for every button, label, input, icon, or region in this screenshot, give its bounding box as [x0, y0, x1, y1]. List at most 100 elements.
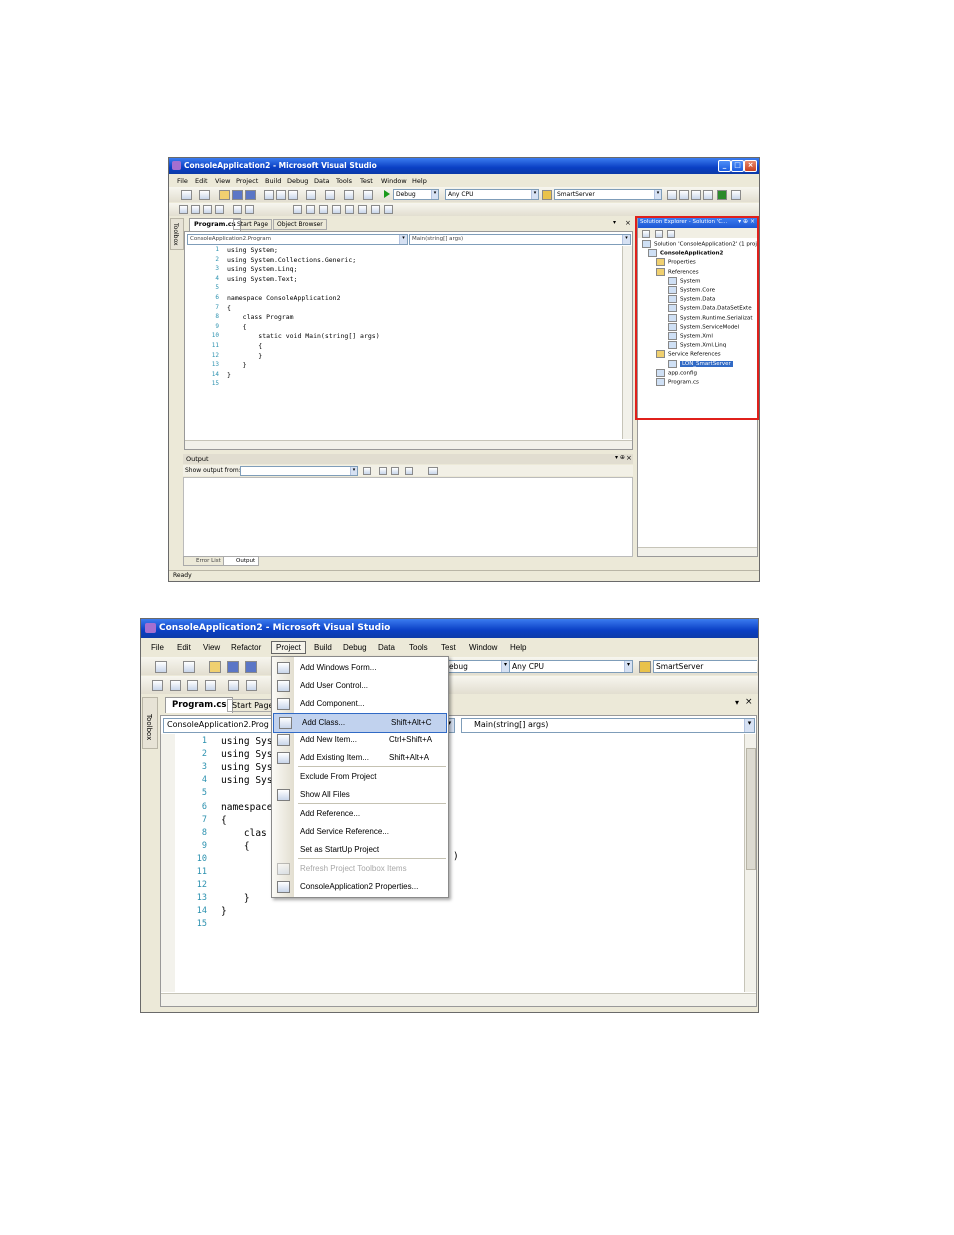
- code-editor[interactable]: ConsoleApplication2.Program ▾ Main(string…: [184, 231, 633, 450]
- menu-build[interactable]: Build: [265, 177, 281, 185]
- pin-icon[interactable]: ▾ ⊕: [615, 454, 625, 461]
- output-window-icon[interactable]: [731, 190, 741, 200]
- menu-tools[interactable]: Tools: [336, 177, 352, 185]
- menu-project[interactable]: Project: [271, 641, 306, 654]
- config-select[interactable]: ebug ▾: [446, 660, 510, 673]
- code-line[interactable]: {: [221, 815, 227, 826]
- find-icon[interactable]: [667, 190, 677, 200]
- redo-icon[interactable]: [325, 190, 335, 200]
- quick-info-icon[interactable]: [203, 205, 212, 214]
- server-select[interactable]: SmartServer: [653, 660, 757, 673]
- code-line[interactable]: using Sys: [221, 749, 272, 760]
- new-project-icon[interactable]: [181, 190, 192, 200]
- menu-item-add-component[interactable]: Add Component...: [272, 695, 448, 713]
- platform-select[interactable]: Any CPU ▾: [509, 660, 633, 673]
- menu-build[interactable]: Build: [314, 643, 332, 652]
- code-line[interactable]: class Program: [227, 313, 294, 321]
- prev-bookmark-icon[interactable]: [332, 205, 341, 214]
- menu-item-set-startup-project[interactable]: Set as StartUp Project: [272, 841, 448, 859]
- next-bookmark-folder-icon[interactable]: [384, 205, 393, 214]
- code-line[interactable]: namespace: [221, 802, 272, 813]
- undo-icon[interactable]: [306, 190, 316, 200]
- paste-icon[interactable]: [288, 190, 298, 200]
- output-source-select[interactable]: ▾: [240, 466, 358, 476]
- tree-horizontal-scrollbar[interactable]: [638, 547, 757, 556]
- chevron-down-icon[interactable]: ▾: [501, 661, 509, 672]
- platform-select[interactable]: Any CPU ▾: [445, 189, 539, 200]
- menu-item-project-properties[interactable]: ConsoleApplication2 Properties...: [272, 878, 448, 896]
- find-message-icon[interactable]: [363, 467, 371, 475]
- add-item-icon[interactable]: [183, 661, 195, 673]
- code-line[interactable]: using System.Collections.Generic;: [227, 256, 356, 264]
- chevron-down-icon[interactable]: ▾: [350, 467, 357, 475]
- menu-item-add-service-reference[interactable]: Add Service Reference...: [272, 823, 448, 841]
- add-item-icon[interactable]: [199, 190, 210, 200]
- code-line[interactable]: }: [227, 352, 262, 360]
- chevron-down-icon[interactable]: ▾: [531, 190, 538, 199]
- menu-edit[interactable]: Edit: [177, 643, 191, 652]
- code-line[interactable]: }: [221, 893, 250, 904]
- save-all-icon[interactable]: [245, 190, 256, 200]
- code-line[interactable]: namespace ConsoleApplication2: [227, 294, 341, 302]
- solution-explorer-icon[interactable]: [679, 190, 689, 200]
- menu-help[interactable]: Help: [412, 177, 427, 185]
- uncomment-icon[interactable]: [306, 205, 315, 214]
- menu-view[interactable]: View: [215, 177, 230, 185]
- word-wrap-icon[interactable]: [428, 467, 438, 475]
- quick-info-icon[interactable]: [187, 680, 198, 691]
- indent-icon[interactable]: [245, 205, 254, 214]
- chevron-down-icon[interactable]: ▾: [431, 190, 438, 199]
- code-line[interactable]: static void Main(string[] args): [227, 332, 379, 340]
- code-line[interactable]: using System.Text;: [227, 275, 297, 283]
- menu-refactor[interactable]: Refactor: [231, 643, 261, 652]
- outdent-icon[interactable]: [228, 680, 239, 691]
- word-complete-icon[interactable]: [205, 680, 216, 691]
- server-select[interactable]: SmartServer ▾: [554, 189, 662, 200]
- code-line[interactable]: using Sys: [221, 762, 272, 773]
- tab-program-cs[interactable]: Program.cs: [165, 697, 234, 713]
- code-line[interactable]: clas: [221, 828, 267, 839]
- code-line[interactable]: using Sys: [221, 775, 272, 786]
- vertical-scrollbar[interactable]: [622, 246, 632, 439]
- config-select[interactable]: Debug ▾: [393, 189, 439, 200]
- param-info-icon[interactable]: [191, 205, 200, 214]
- close-tab-icon[interactable]: ×: [625, 219, 631, 227]
- code-editor[interactable]: ConsoleApplication2.Prog ▾ Main(string[] …: [160, 715, 757, 1007]
- maximize-button[interactable]: □: [731, 160, 744, 172]
- menu-window[interactable]: Window: [469, 643, 497, 652]
- chevron-down-icon[interactable]: ▾: [622, 235, 630, 244]
- toolbox-strip[interactable]: Toolbox: [142, 697, 158, 749]
- code-line[interactable]: }: [227, 371, 231, 379]
- menu-item-add-reference[interactable]: Add Reference...: [272, 805, 448, 823]
- member-nav-select[interactable]: Main(string[] args) ▾: [461, 718, 755, 733]
- close-button[interactable]: ×: [744, 160, 757, 172]
- chevron-down-icon[interactable]: ▾: [399, 235, 407, 244]
- tab-start-page[interactable]: Start Page: [233, 219, 273, 230]
- menu-test[interactable]: Test: [360, 177, 373, 185]
- code-line[interactable]: {: [227, 323, 247, 331]
- comment-icon[interactable]: [293, 205, 302, 214]
- code-line[interactable]: {: [221, 841, 250, 852]
- minimize-button[interactable]: _: [718, 160, 731, 172]
- horizontal-scrollbar[interactable]: [161, 993, 756, 1006]
- toolbox-icon[interactable]: [703, 190, 713, 200]
- word-complete-icon[interactable]: [215, 205, 224, 214]
- start-debug-icon[interactable]: [384, 190, 390, 198]
- menu-file[interactable]: File: [177, 177, 188, 185]
- menu-debug[interactable]: Debug: [287, 177, 308, 185]
- clear-bookmarks-icon[interactable]: [358, 205, 367, 214]
- menu-item-add-existing-item[interactable]: Add Existing Item... Shift+Alt+A: [272, 749, 448, 767]
- menu-tools[interactable]: Tools: [409, 643, 428, 652]
- tab-error-list[interactable]: Error List: [183, 556, 225, 566]
- code-line[interactable]: {: [227, 342, 262, 350]
- tab-list-chevron-icon[interactable]: ▾: [613, 219, 616, 226]
- menu-debug[interactable]: Debug: [343, 643, 367, 652]
- bookmark-icon[interactable]: [319, 205, 328, 214]
- code-line[interactable]: using Sys: [221, 736, 272, 747]
- go-to-next-icon[interactable]: [391, 467, 399, 475]
- chevron-down-icon[interactable]: ▾: [654, 190, 661, 199]
- clear-all-icon[interactable]: [405, 467, 413, 475]
- prev-bookmark-folder-icon[interactable]: [371, 205, 380, 214]
- outdent-icon[interactable]: [233, 205, 242, 214]
- type-nav-select[interactable]: ConsoleApplication2.Program ▾: [187, 234, 408, 245]
